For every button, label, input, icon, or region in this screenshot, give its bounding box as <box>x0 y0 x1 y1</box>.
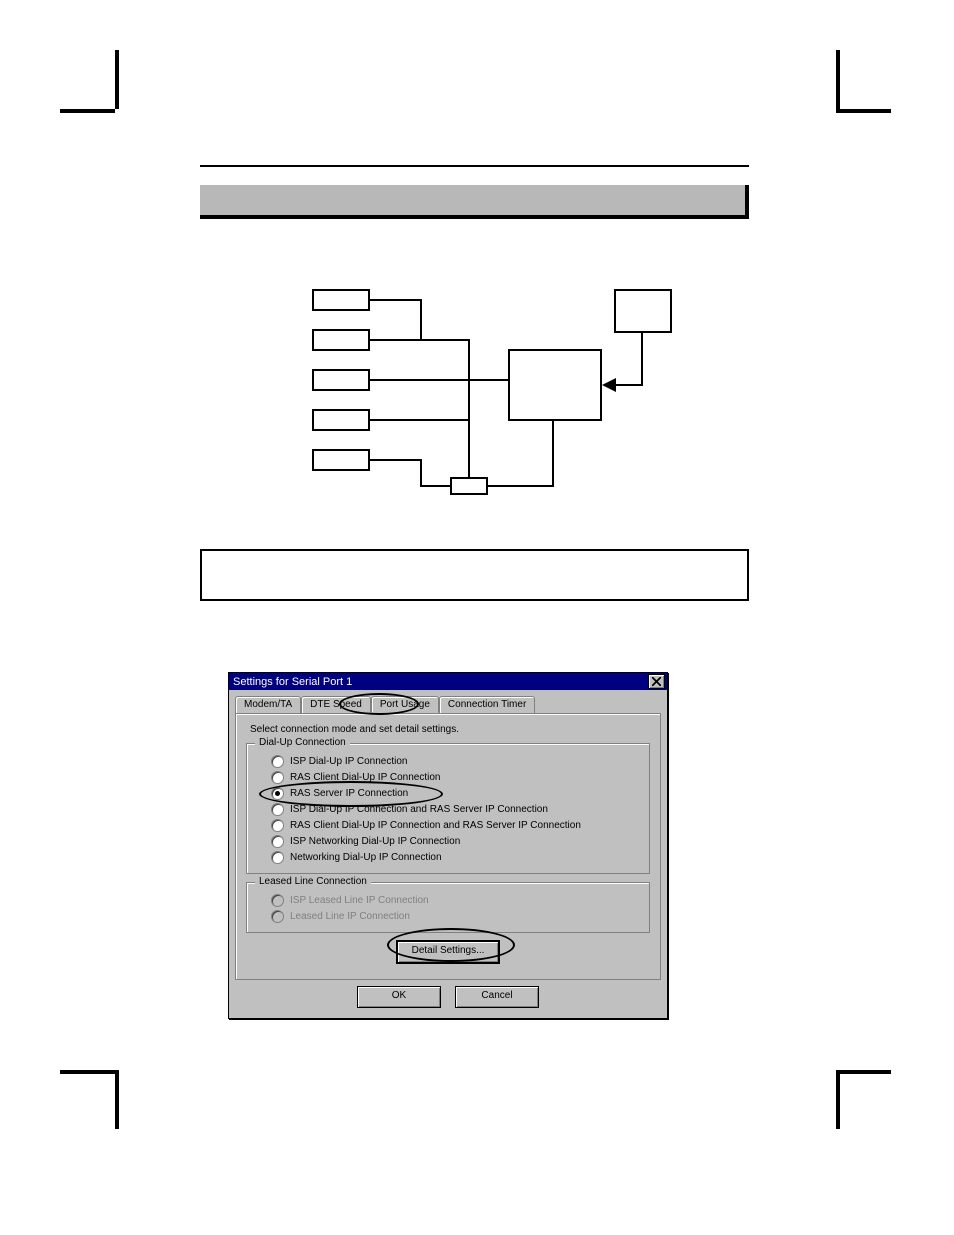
network-diagram <box>200 289 749 549</box>
dialog-title: Settings for Serial Port 1 <box>233 676 352 688</box>
diagram-box-client <box>312 409 370 431</box>
tab-connection-timer[interactable]: Connection Timer <box>439 696 535 713</box>
group-title-leased: Leased Line Connection <box>255 876 371 887</box>
crop-mark <box>60 1070 115 1078</box>
radio-label: RAS Server IP Connection <box>290 788 408 799</box>
radio-icon <box>271 755 284 768</box>
diagram-box-client <box>312 289 370 311</box>
radio-label: RAS Client Dial-Up IP Connection and RAS… <box>290 820 581 831</box>
crop-mark <box>60 105 115 113</box>
radio-leased-line: Leased Line IP Connection <box>271 910 641 923</box>
diagram-box-router <box>508 349 602 421</box>
cancel-button[interactable]: Cancel <box>455 986 539 1008</box>
note-box <box>200 549 749 601</box>
radio-isp-networking-dialup[interactable]: ISP Networking Dial-Up IP Connection <box>271 835 641 848</box>
crop-mark <box>111 1070 119 1129</box>
section-divider <box>200 165 749 167</box>
radio-icon <box>271 851 284 864</box>
radio-label: RAS Client Dial-Up IP Connection <box>290 772 440 783</box>
close-button[interactable] <box>648 674 665 689</box>
detail-settings-button[interactable]: Detail Settings... <box>397 941 499 963</box>
page-content <box>200 165 749 601</box>
radio-icon <box>271 910 284 923</box>
tab-strip: Modem/TA DTE Speed Port Usage Connection… <box>229 690 667 713</box>
diagram-box-client <box>312 449 370 471</box>
radio-icon <box>271 771 284 784</box>
group-leased-line: Leased Line Connection ISP Leased Line I… <box>246 882 650 933</box>
diagram-box-client <box>312 369 370 391</box>
radio-label: Leased Line IP Connection <box>290 911 410 922</box>
diagram-box-hub <box>450 477 488 495</box>
radio-label: ISP Dial-Up IP Connection and RAS Server… <box>290 804 548 815</box>
radio-isp-leased-line: ISP Leased Line IP Connection <box>271 894 641 907</box>
group-title-dial-up: Dial-Up Connection <box>255 737 350 748</box>
section-heading-bar <box>200 185 749 219</box>
radio-ras-client-dialup[interactable]: RAS Client Dial-Up IP Connection <box>271 771 641 784</box>
crop-mark <box>836 50 844 109</box>
dialog-titlebar: Settings for Serial Port 1 <box>229 673 667 690</box>
close-icon <box>652 677 661 686</box>
radio-isp-dialup[interactable]: ISP Dial-Up IP Connection <box>271 755 641 768</box>
ok-button[interactable]: OK <box>357 986 441 1008</box>
tab-panel-port-usage: Select connection mode and set detail se… <box>235 713 661 980</box>
radio-label: ISP Leased Line IP Connection <box>290 895 429 906</box>
crop-mark <box>111 50 119 109</box>
radio-icon <box>271 803 284 816</box>
radio-label: ISP Dial-Up IP Connection <box>290 756 407 767</box>
crop-mark <box>836 105 891 113</box>
instruction-text: Select connection mode and set detail se… <box>250 724 650 735</box>
diagram-box-external <box>614 289 672 333</box>
serial-port-settings-dialog: Settings for Serial Port 1 Modem/TA DTE … <box>228 672 668 1019</box>
radio-label: ISP Networking Dial-Up IP Connection <box>290 836 460 847</box>
crop-mark <box>836 1070 844 1129</box>
radio-icon <box>271 894 284 907</box>
crop-mark <box>836 1070 891 1078</box>
tab-port-usage[interactable]: Port Usage <box>371 696 439 713</box>
tab-dte-speed[interactable]: DTE Speed <box>301 696 371 713</box>
radio-ras-client-and-ras-server[interactable]: RAS Client Dial-Up IP Connection and RAS… <box>271 819 641 832</box>
radio-icon <box>271 819 284 832</box>
tab-modem-ta[interactable]: Modem/TA <box>235 696 301 713</box>
diagram-box-client <box>312 329 370 351</box>
radio-icon <box>271 787 284 800</box>
radio-label: Networking Dial-Up IP Connection <box>290 852 442 863</box>
radio-icon <box>271 835 284 848</box>
radio-ras-server[interactable]: RAS Server IP Connection <box>271 787 641 800</box>
group-dial-up: Dial-Up Connection ISP Dial-Up IP Connec… <box>246 743 650 874</box>
radio-isp-and-ras-server[interactable]: ISP Dial-Up IP Connection and RAS Server… <box>271 803 641 816</box>
radio-networking-dialup[interactable]: Networking Dial-Up IP Connection <box>271 851 641 864</box>
